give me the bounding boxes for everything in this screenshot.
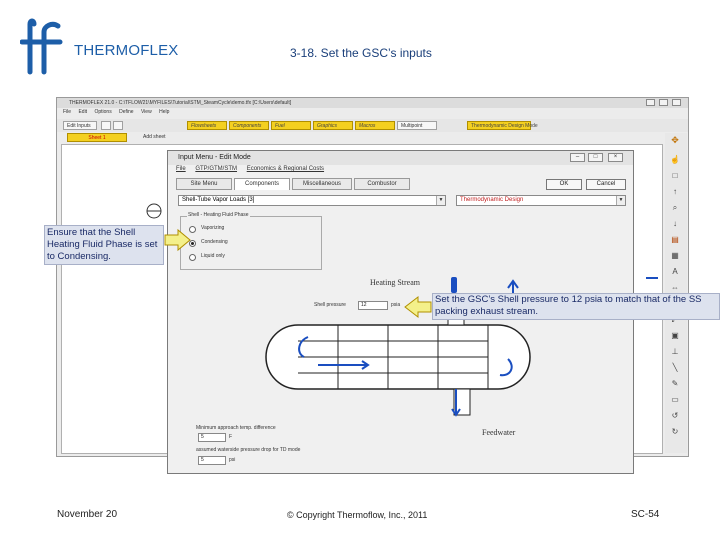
dialog-menu-file[interactable]: File — [176, 166, 186, 172]
dialog-title: Input Menu - Edit Mode — [178, 154, 251, 161]
zoom-icon[interactable]: ⌕ — [669, 203, 681, 213]
callout-left-arrow-icon — [164, 228, 191, 252]
radio-liquid-only[interactable] — [189, 254, 196, 261]
undo-icon[interactable]: ↺ — [669, 411, 681, 421]
grid-icon[interactable]: ▦ — [669, 251, 681, 261]
fuel-button[interactable]: Fuel — [271, 121, 311, 130]
diagonal-tool-icon[interactable]: ╲ — [669, 363, 681, 373]
edit-inputs-button[interactable]: Edit Inputs — [63, 121, 97, 130]
dialog-menu-gtp[interactable]: GTP/GTM/STM — [195, 166, 237, 172]
component-select-value: Shell-Tube Vapor Loads [3] — [182, 197, 255, 203]
pressure-drop-label: assumed waterside pressure drop for TD m… — [196, 447, 301, 453]
slide-title: 3-18. Set the GSC’s inputs — [290, 46, 432, 60]
macros-button[interactable]: Macros — [355, 121, 395, 130]
menu-file[interactable]: File — [63, 109, 71, 115]
app-titlebar: THERMOFLEX 21.0 - C:\TFLOW21\MYFILES\Tut… — [57, 98, 688, 108]
feedwater-label: Feedwater — [482, 428, 516, 437]
sheet-tab-row: Sheet 1 Add sheet — [57, 133, 688, 142]
arrow-down-icon[interactable]: ↓ — [669, 219, 681, 229]
dialog-titlebar: Input Menu - Edit Mode – □ × — [168, 151, 633, 165]
chevron-down-icon[interactable]: ▼ — [436, 196, 445, 205]
text-tool-icon[interactable]: A — [669, 267, 681, 277]
app-menubar: File Edit Options Define View Help — [57, 109, 688, 118]
menu-define[interactable]: Define — [119, 109, 133, 115]
tab-miscellaneous[interactable]: Miscellaneous — [292, 178, 352, 190]
cancel-button[interactable]: Cancel — [586, 179, 626, 190]
compass-icon[interactable]: ✥ — [669, 135, 681, 145]
radio-vaporizing-label: Vaporizing — [201, 225, 225, 231]
sheet-1-tab[interactable]: Sheet 1 — [67, 133, 127, 142]
callout-right-arrow-icon — [404, 295, 432, 319]
pointer-icon[interactable]: ☝ — [669, 155, 681, 165]
close-button[interactable] — [672, 99, 681, 106]
maximize-button[interactable] — [659, 99, 668, 106]
arrow-up-icon[interactable]: ↑ — [669, 187, 681, 197]
graphics-button[interactable]: Graphics — [313, 121, 353, 130]
menu-edit[interactable]: Edit — [78, 109, 87, 115]
menu-view[interactable]: View — [141, 109, 152, 115]
min-approach-unit: F — [229, 434, 233, 440]
minimize-button[interactable] — [646, 99, 655, 106]
callout-left: Ensure that the Shell Heating Fluid Phas… — [44, 225, 164, 265]
components-button[interactable]: Components — [229, 121, 269, 130]
dialog-close-button[interactable]: × — [608, 153, 623, 162]
footer-copyright: © Copyright Thermoflow, Inc., 2011 — [287, 510, 428, 520]
dialog-menubar: File GTP/GTM/STM Economics & Regional Co… — [168, 166, 633, 176]
pressure-drop-unit: psi — [229, 457, 236, 463]
logo-text: THERMOFLEX — [74, 42, 179, 59]
mode-select-value: Thermodynamic Design — [460, 197, 524, 203]
dialog-minimize-button[interactable]: – — [570, 153, 585, 162]
component-select[interactable]: Shell-Tube Vapor Loads [3] ▼ — [178, 195, 446, 206]
min-approach-label: Minimum approach temp. difference — [196, 425, 276, 431]
select-icon[interactable]: □ — [669, 171, 681, 181]
line-tool-icon[interactable]: ⊥ — [669, 347, 681, 357]
chevron-down-icon[interactable]: ▼ — [616, 196, 625, 205]
toolbar-nav-button[interactable] — [113, 121, 123, 130]
radio-condensing-label: Condensing — [201, 239, 228, 245]
thermo-design-mode-button[interactable]: Thermodynamic Design Mode — [467, 121, 538, 130]
footer-date: November 20 — [57, 509, 118, 520]
toolbar-arrow-button[interactable] — [101, 121, 111, 130]
tab-combustor[interactable]: Combustor — [354, 178, 410, 190]
dialog-maximize-button[interactable]: □ — [588, 153, 603, 162]
radio-liquid-only-label: Liquid only — [201, 253, 225, 259]
heating-fluid-phase-group: Shell - Heating Fluid Phase Vaporizing C… — [180, 212, 322, 270]
tab-components[interactable]: Components — [234, 178, 290, 190]
feedwater-arrow-icon — [451, 389, 461, 417]
edit-tool-icon[interactable]: ✎ — [669, 379, 681, 389]
dialog-menu-economics[interactable]: Economics & Regional Costs — [247, 166, 324, 172]
menu-options[interactable]: Options — [94, 109, 111, 115]
tab-site-menu[interactable]: Site Menu — [176, 178, 232, 190]
thermoflex-logo-icon — [20, 18, 63, 75]
app-title: THERMOFLEX 21.0 - C:\TFLOW21\MYFILES\Tut… — [69, 100, 292, 106]
canvas-component-icon[interactable] — [144, 201, 164, 221]
add-sheet-tab[interactable]: Add sheet — [143, 134, 166, 140]
move-icon[interactable]: ⇔ — [669, 283, 681, 293]
canvas-stream-arrow-icon — [646, 277, 658, 279]
menu-help[interactable]: Help — [159, 109, 169, 115]
group-label: Shell - Heating Fluid Phase — [187, 212, 250, 218]
ok-button[interactable]: OK — [546, 179, 582, 190]
footer-slide-number: SC-54 — [631, 509, 660, 520]
redo-icon[interactable]: ↻ — [669, 427, 681, 437]
mode-select[interactable]: Thermodynamic Design ▼ — [456, 195, 626, 206]
multipoint-button[interactable]: Multipoint — [397, 121, 437, 130]
app-toolbar: Edit Inputs Flowsheets Components Fuel G… — [57, 119, 688, 132]
palette-icon[interactable]: ▤ — [669, 235, 681, 245]
callout-right: Set the GSC’s Shell pressure to 12 psia … — [432, 293, 720, 320]
rectangle-tool-icon[interactable]: ▭ — [669, 395, 681, 405]
flowsheets-button[interactable]: Flowsheets — [187, 121, 227, 130]
box-icon[interactable]: ▣ — [669, 331, 681, 341]
min-approach-input[interactable]: 5 — [198, 433, 226, 442]
pressure-drop-input[interactable]: 5 — [198, 456, 226, 465]
